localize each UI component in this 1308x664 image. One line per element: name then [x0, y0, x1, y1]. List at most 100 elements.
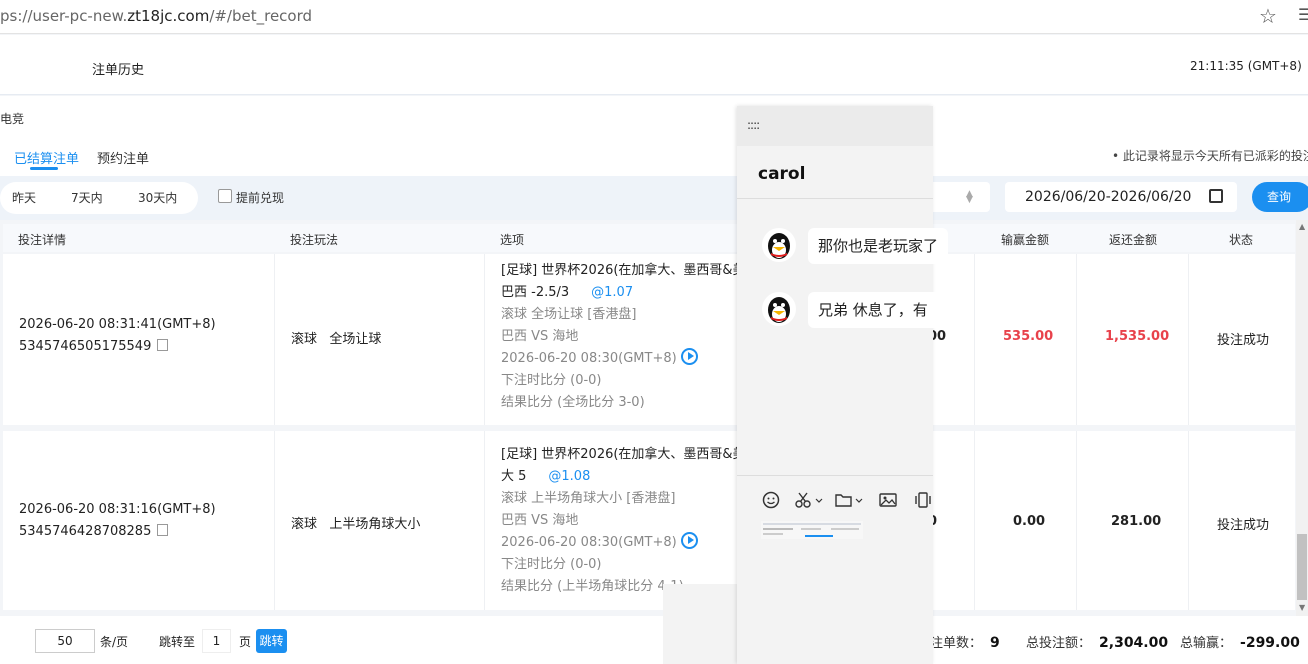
- menu-icon[interactable]: ☰: [1298, 5, 1308, 24]
- play-cell: 滚球 全场让球: [275, 254, 485, 425]
- play-video-icon[interactable]: [680, 348, 698, 365]
- search-button[interactable]: 查询: [1252, 182, 1308, 212]
- match: 巴西 VS 海地: [501, 513, 579, 528]
- range-pill: 昨天 7天内 30天内: [0, 182, 198, 214]
- result-score: 结果比分 (全场比分 3-0): [501, 395, 645, 410]
- copy-icon[interactable]: [157, 524, 169, 536]
- league: [足球] 世界杯2026(在加拿大、墨西哥&美: [501, 447, 746, 462]
- market: 滚球 上半场角球大小 [香港盘]: [501, 491, 676, 506]
- col-play: 投注玩法: [290, 233, 339, 247]
- kickoff: 2026-06-20 08:30(GMT+8): [501, 348, 746, 370]
- chat-window: :::: carol 那你也是老玩家了 兄弟 休息了，有: [737, 106, 948, 664]
- total-win: 总输赢： -299.00: [1180, 635, 1300, 651]
- avatar[interactable]: [762, 292, 796, 326]
- pick: 大 5 @1.08: [501, 469, 591, 484]
- jump-button[interactable]: 跳转: [256, 629, 287, 653]
- date-range-input[interactable]: 2026/06/20-2026/06/20: [1005, 182, 1237, 212]
- win-cell: 0.00: [975, 431, 1077, 610]
- status-text: 投注成功: [1217, 518, 1270, 533]
- avatar[interactable]: [762, 228, 796, 262]
- tab-settled[interactable]: 已结算注单: [14, 148, 79, 167]
- match: 巴西 VS 海地: [501, 329, 579, 344]
- option-details: [足球] 世界杯2026(在加拿大、墨西哥&美 巴西 -2.5/3 @1.07 滚…: [501, 260, 746, 414]
- chat-message: 那你也是老玩家了: [808, 228, 948, 264]
- table-row: 2026-06-20 08:31:16(GMT+8) 5345746428708…: [3, 431, 1295, 610]
- tab-active-indicator: [30, 167, 58, 170]
- col-option: 选项: [500, 233, 525, 247]
- chat-shadow-area: [663, 584, 739, 664]
- table-row: 2026-06-20 08:31:41(GMT+8) 5345746505175…: [3, 254, 1295, 425]
- market: 滚球 全场让球 [香港盘]: [501, 307, 637, 322]
- col-return: 返还金额: [1109, 233, 1158, 247]
- range-yesterday[interactable]: 昨天: [12, 189, 36, 206]
- play-type: 滚球 全场让球: [291, 332, 382, 347]
- chat-message: 兄弟 休息了，有: [808, 292, 948, 328]
- app-root: ps://user-pc-new.zt18jc.com/#/bet_record…: [0, 0, 1308, 664]
- filter-bar: 昨天 7天内 30天内 提前兑现 ▲ ▼ 2026/06/20-2026/06/2…: [0, 176, 1308, 220]
- scroll-down-arrow-icon[interactable]: ▼: [1299, 603, 1305, 612]
- tab-reserved[interactable]: 预约注单: [97, 148, 149, 167]
- scissors-icon[interactable]: [794, 491, 824, 513]
- page-size-input[interactable]: 50: [35, 629, 95, 653]
- copy-icon[interactable]: [157, 339, 169, 351]
- early-cashout-label: 提前兑现: [236, 191, 285, 205]
- total-stake: 总投注额： 2,304.00: [1026, 635, 1169, 651]
- return-cell: 1,535.00: [1077, 254, 1189, 425]
- early-cashout-checkbox[interactable]: [218, 189, 232, 203]
- screenshot-thumbnail[interactable]: [761, 521, 863, 539]
- page-unit: 页: [239, 635, 252, 649]
- return-cell: 281.00: [1077, 431, 1189, 610]
- category-label: 电竞: [0, 112, 25, 126]
- pagination-footer: 50 条/页 跳转至 1 页 跳转 注单数： 9 总投注额： 2,304.00 总输…: [0, 616, 1308, 664]
- select-arrow-icon: ▲ ▼: [966, 189, 973, 205]
- image-icon[interactable]: [878, 491, 898, 513]
- play-cell: 滚球 上半场角球大小: [275, 431, 485, 610]
- smile-icon[interactable]: [762, 491, 780, 513]
- page-size-unit: 条/页: [100, 635, 129, 649]
- scroll-up-arrow-icon[interactable]: ▲: [1299, 222, 1305, 231]
- status-cell: 投注成功: [1189, 431, 1295, 610]
- return-amount: 1,535.00: [1105, 329, 1170, 344]
- jump-page-input[interactable]: 1: [202, 629, 231, 653]
- table-header: 投注详情 投注玩法 选项 输赢金额 返还金额 状态: [3, 224, 1295, 252]
- url-text[interactable]: ps://user-pc-new.zt18jc.com/#/bet_record: [0, 7, 312, 25]
- bet-time: 2026-06-20 08:31:41(GMT+8): [19, 317, 216, 332]
- order-number: 5345746505175549: [19, 339, 169, 354]
- play-video-icon[interactable]: [680, 532, 698, 549]
- chat-contact-name: carol: [758, 164, 806, 184]
- kickoff: 2026-06-20 08:30(GMT+8): [501, 532, 746, 554]
- bookmark-star-icon[interactable]: ☆: [1259, 4, 1277, 28]
- range-30days[interactable]: 30天内: [138, 189, 177, 206]
- bet-score: 下注时比分 (0-0): [501, 373, 602, 388]
- odds: @1.08: [548, 469, 591, 484]
- status-text: 投注成功: [1217, 333, 1270, 348]
- range-7days[interactable]: 7天内: [71, 189, 103, 206]
- scrollbar-thumb[interactable]: [1297, 534, 1307, 600]
- play-type: 滚球 上半场角球大小: [291, 517, 421, 532]
- order-number: 5345746428708285: [19, 524, 169, 539]
- col-win: 输赢金额: [1001, 233, 1050, 247]
- win-cell: 535.00: [975, 254, 1077, 425]
- bet-score: 下注时比分 (0-0): [501, 557, 602, 572]
- folder-icon[interactable]: [834, 491, 864, 513]
- jump-label: 跳转至: [159, 635, 196, 649]
- status-cell: 投注成功: [1189, 254, 1295, 425]
- chat-titlebar[interactable]: ::::: [737, 106, 933, 146]
- chat-divider: [737, 198, 933, 199]
- drag-handle-icon[interactable]: ::::: [747, 118, 760, 132]
- bet-time: 2026-06-20 08:31:16(GMT+8): [19, 502, 216, 517]
- league: [足球] 世界杯2026(在加拿大、墨西哥&美: [501, 263, 746, 278]
- sub-header: 电竞 已结算注单 预约注单 • 此记录将显示今天所有已派彩的投注: [0, 96, 1308, 176]
- col-status: 状态: [1229, 233, 1254, 247]
- calendar-icon[interactable]: [1209, 189, 1223, 203]
- win-amount: 535.00: [1003, 329, 1054, 344]
- detail-cell: 2026-06-20 08:31:16(GMT+8) 5345746428708…: [3, 431, 275, 610]
- col-detail: 投注详情: [18, 233, 67, 247]
- address-bar[interactable]: ps://user-pc-new.zt18jc.com/#/bet_record…: [0, 0, 1308, 34]
- date-range-text: 2026/06/20-2026/06/20: [1025, 189, 1192, 205]
- option-details: [足球] 世界杯2026(在加拿大、墨西哥&美 大 5 @1.08 滚球 上半场角…: [501, 444, 746, 598]
- pick: 巴西 -2.5/3 @1.07: [501, 285, 634, 300]
- record-note: • 此记录将显示今天所有已派彩的投注: [1112, 149, 1308, 163]
- vibrate-icon[interactable]: [913, 491, 933, 513]
- return-amount: 281.00: [1111, 514, 1162, 529]
